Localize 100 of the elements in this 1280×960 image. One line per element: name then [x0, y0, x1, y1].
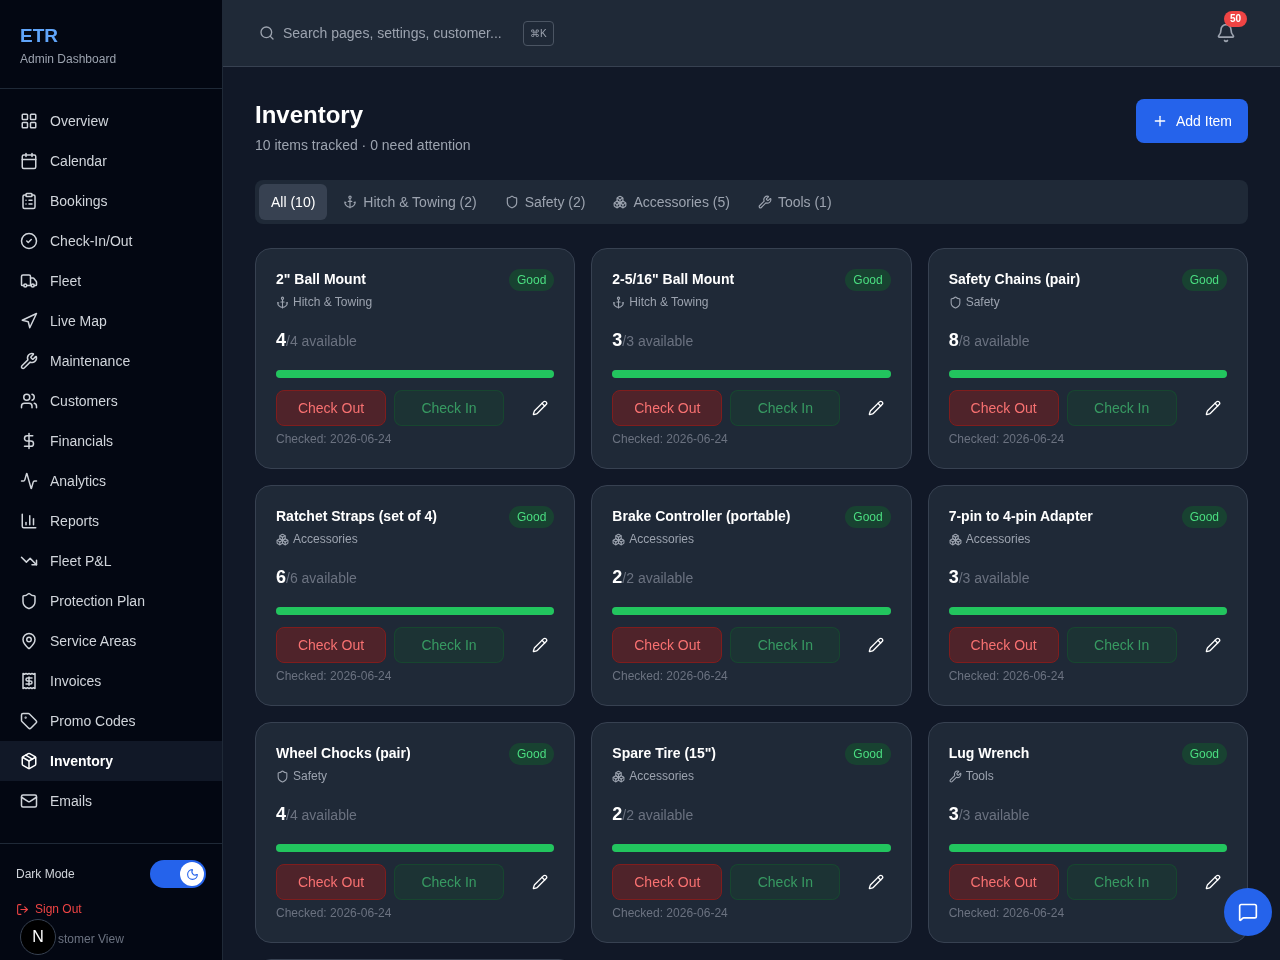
sign-out-icon — [16, 902, 29, 916]
sign-out-link[interactable]: Sign Out — [35, 900, 82, 918]
shortcut-key: ⌘K — [523, 20, 554, 46]
checked-date: Checked: 2026-06-24 — [948, 905, 1066, 922]
check-out-button[interactable]: Check Out — [276, 627, 386, 663]
sidebar-item[interactable]: Protection Plan — [0, 581, 222, 621]
customer-view-link[interactable]: stomer View — [58, 930, 124, 948]
sidebar-item[interactable]: Inventory — [0, 741, 222, 781]
page-title: Inventory — [255, 100, 365, 130]
brand-title: ETR — [20, 24, 59, 48]
item-category: Safety — [965, 294, 1000, 311]
status-badge: Good — [1181, 269, 1227, 291]
sidebar-item[interactable]: Fleet — [0, 261, 222, 301]
navigation-icon — [20, 312, 38, 330]
check-out-button[interactable]: Check Out — [948, 627, 1059, 663]
check-in-button[interactable]: Check In — [394, 627, 504, 663]
shield-icon — [504, 195, 519, 209]
sidebar-item[interactable]: Overview — [0, 101, 222, 141]
available-count: 6 — [276, 566, 286, 589]
check-out-button[interactable]: Check Out — [612, 627, 723, 663]
sidebar-item[interactable]: Fleet P&L — [0, 541, 222, 581]
activity-icon — [20, 472, 38, 490]
dark-mode-toggle[interactable] — [150, 860, 206, 888]
sidebar-item[interactable]: Invoices — [0, 661, 222, 701]
sidebar-item[interactable]: Bookings — [0, 181, 222, 221]
chat-button[interactable] — [1224, 888, 1272, 936]
tag-icon — [20, 712, 38, 730]
item-category: Hitch & Towing — [629, 294, 709, 311]
check-in-button[interactable]: Check In — [1066, 627, 1177, 663]
status-badge: Good — [1181, 743, 1227, 765]
boxes-icon — [612, 769, 626, 783]
status-badge: Good — [508, 269, 555, 291]
add-item-button[interactable]: Add Item — [1135, 99, 1248, 143]
check-in-button[interactable]: Check In — [730, 864, 841, 900]
anchor-icon — [612, 295, 626, 309]
item-name: Wheel Chocks (pair) — [276, 744, 411, 763]
clipboard-icon — [20, 192, 38, 210]
checked-date: Checked: 2026-06-24 — [612, 905, 729, 922]
sidebar-item[interactable]: Emails — [0, 781, 222, 821]
category-tab[interactable]: Hitch & Towing (2) — [331, 184, 489, 220]
sidebar-item[interactable]: Check-In/Out — [0, 221, 222, 261]
check-out-button[interactable]: Check Out — [276, 864, 386, 900]
category-tab[interactable]: Safety (2) — [492, 184, 598, 220]
check-circle-icon — [20, 232, 38, 250]
item-name: Ratchet Straps (set of 4) — [276, 507, 438, 526]
check-in-button[interactable]: Check In — [394, 864, 504, 900]
checked-date: Checked: 2026-06-24 — [948, 668, 1066, 685]
anchor-icon — [276, 295, 289, 309]
category-tab[interactable]: Accessories (5) — [601, 184, 742, 220]
item-name: 2" Ball Mount — [276, 270, 367, 289]
sidebar-item[interactable]: Live Map — [0, 301, 222, 341]
boxes-icon — [948, 532, 962, 546]
item-name: 2-5/16" Ball Mount — [612, 270, 735, 289]
dark-mode-label: Dark Mode — [16, 866, 75, 883]
dev-badge[interactable]: N — [20, 919, 56, 955]
boxes-icon — [276, 532, 289, 546]
sidebar-item[interactable]: Promo Codes — [0, 701, 222, 741]
item-category: Hitch & Towing — [293, 294, 373, 311]
sidebar-item[interactable]: Service Areas — [0, 621, 222, 661]
available-total: /4 available — [286, 806, 357, 825]
check-out-button[interactable]: Check Out — [612, 864, 723, 900]
sidebar-item[interactable]: Financials — [0, 421, 222, 461]
check-out-button[interactable]: Check Out — [612, 390, 723, 426]
category-tab[interactable]: All (10) — [259, 184, 328, 220]
package-icon — [20, 752, 38, 770]
check-in-button[interactable]: Check In — [730, 390, 841, 426]
item-category: Safety — [293, 768, 328, 785]
sidebar-item[interactable]: Maintenance — [0, 341, 222, 381]
check-out-button[interactable]: Check Out — [948, 390, 1059, 426]
item-name: Spare Tire (15") — [612, 744, 716, 763]
sidebar-item[interactable]: Calendar — [0, 141, 222, 181]
available-total: /6 available — [286, 569, 357, 588]
check-in-button[interactable]: Check In — [1066, 390, 1177, 426]
check-in-button[interactable]: Check In — [1066, 864, 1177, 900]
checked-date: Checked: 2026-06-24 — [276, 431, 393, 448]
item-category: Accessories — [629, 531, 694, 548]
anchor-icon — [343, 195, 358, 209]
receipt-icon — [20, 672, 38, 690]
check-in-button[interactable]: Check In — [730, 627, 841, 663]
wrench-icon — [20, 352, 38, 370]
sidebar-item[interactable]: Reports — [0, 501, 222, 541]
available-count: 4 — [276, 329, 286, 352]
available-count: 4 — [276, 803, 286, 826]
item-category: Accessories — [629, 768, 694, 785]
boxes-icon — [612, 532, 626, 546]
category-tab[interactable]: Tools (1) — [745, 184, 844, 220]
notification-bell-icon[interactable] — [1216, 23, 1236, 43]
check-out-button[interactable]: Check Out — [948, 864, 1059, 900]
item-category: Accessories — [965, 531, 1031, 548]
check-in-button[interactable]: Check In — [394, 390, 504, 426]
available-total: /2 available — [622, 806, 694, 825]
wrench-icon — [757, 195, 772, 209]
available-count: 3 — [948, 566, 959, 589]
check-out-button[interactable]: Check Out — [276, 390, 386, 426]
search-field[interactable]: Search pages, settings, customer... — [283, 22, 515, 44]
sidebar-item[interactable]: Analytics — [0, 461, 222, 501]
bar-chart-icon — [20, 512, 38, 530]
sidebar-item[interactable]: Customers — [0, 381, 222, 421]
status-badge: Good — [845, 506, 891, 528]
users-icon — [20, 392, 38, 410]
